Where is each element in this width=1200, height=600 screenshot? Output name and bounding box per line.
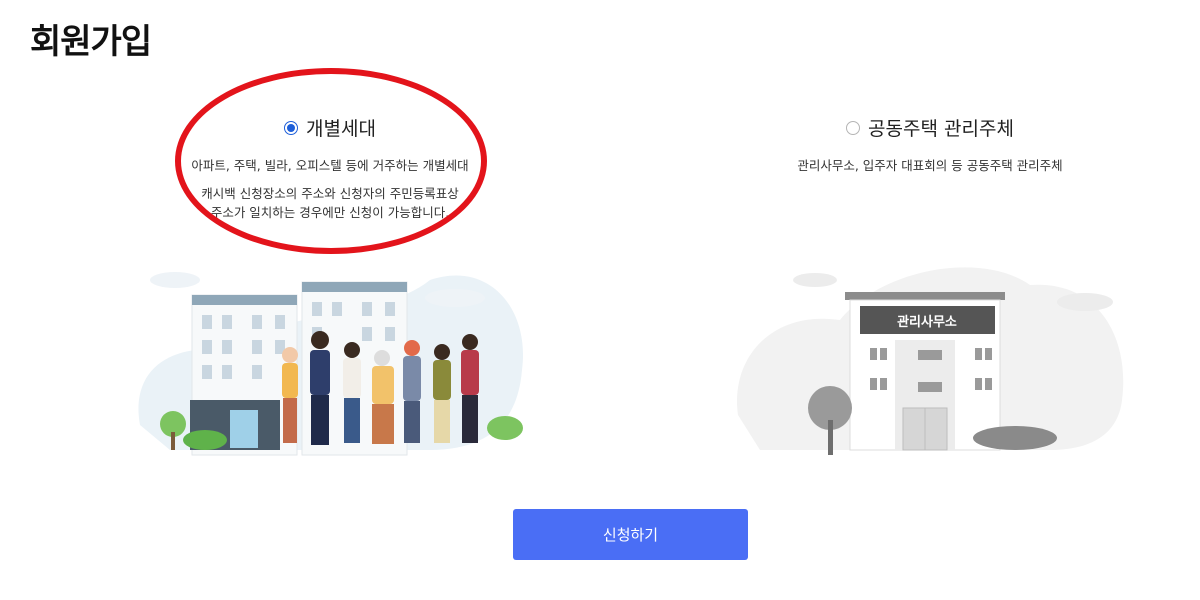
page-title: 회원가입 (30, 22, 152, 62)
option-management-description: 관리사무소, 입주자 대표회의 등 공동주택 관리주체 (797, 158, 1063, 173)
option-management-label[interactable]: 공동주택 관리주체 (868, 114, 1014, 141)
option-individual-note-line1: 캐시백 신청장소의 주소와 신청자의 주민등록표상 (201, 186, 459, 201)
radio-individual-household[interactable] (284, 120, 299, 135)
submit-button[interactable]: 신청하기 (513, 509, 748, 560)
option-individual-note: 캐시백 신청장소의 주소와 신청자의 주민등록표상 주소가 일치하는 경우에만 … (170, 184, 490, 222)
option-individual-description: 아파트, 주택, 빌라, 오피스텔 등에 거주하는 개별세대 (191, 158, 469, 173)
option-apartment-management: 공동주택 관리주체 관리사무소, 입주자 대표회의 등 공동주택 관리주체 (770, 114, 1090, 174)
option-management-radio-row[interactable]: 공동주택 관리주체 (770, 114, 1090, 141)
option-individual-radio-row[interactable]: 개별세대 (170, 114, 490, 141)
option-individual-note-line2: 주소가 일치하는 경우에만 신청이 가능합니다. (210, 205, 450, 220)
option-individual-label[interactable]: 개별세대 (306, 114, 376, 141)
management-office-illustration: 관리사무소 (730, 250, 1130, 465)
management-office-sign: 관리사무소 (897, 314, 957, 330)
radio-apartment-management[interactable] (846, 120, 861, 135)
residents-illustration (130, 250, 530, 465)
option-individual-household: 개별세대 아파트, 주택, 빌라, 오피스텔 등에 거주하는 개별세대 캐시백 … (170, 114, 490, 222)
